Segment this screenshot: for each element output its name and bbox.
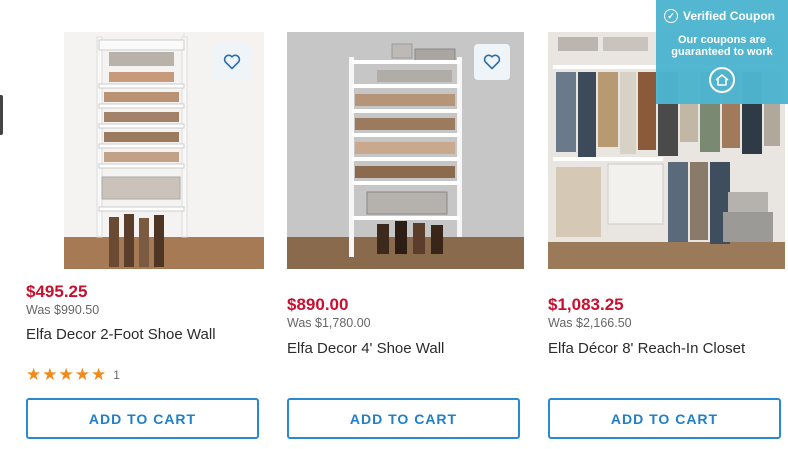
star-icon: ★: [58, 365, 74, 384]
verified-coupon-panel[interactable]: ✓ Verified Coupon Our coupons are guaran…: [656, 0, 788, 104]
add-to-cart-button[interactable]: ADD TO CART: [26, 398, 259, 439]
heart-icon: [223, 54, 241, 70]
sale-price: $1,083.25: [548, 295, 624, 314]
review-count: 1: [113, 367, 120, 382]
add-to-cart-button[interactable]: ADD TO CART: [287, 398, 520, 439]
home-icon[interactable]: [709, 67, 735, 93]
product-card-1: $495.25 Was $990.50 Elfa Decor 2-Foot Sh…: [26, 0, 264, 449]
coupon-title-text: Verified Coupon: [683, 9, 776, 23]
favorite-button[interactable]: [214, 44, 250, 80]
original-price: Was $1,780.00: [287, 316, 371, 330]
scroll-indicator: [0, 95, 3, 135]
heart-icon: [483, 54, 501, 70]
star-icon: ★: [42, 365, 58, 384]
coupon-description: Our coupons are guaranteed to work: [671, 34, 773, 58]
favorite-button[interactable]: [474, 44, 510, 80]
check-circle-icon: ✓: [664, 9, 678, 23]
product-name[interactable]: Elfa Décor 8' Reach-In Closet: [548, 340, 745, 357]
product-name[interactable]: Elfa Decor 2-Foot Shoe Wall: [26, 326, 216, 343]
product-rating[interactable]: ★ ★ ★ ★ ★ 1: [26, 366, 120, 383]
original-price: Was $990.50: [26, 303, 100, 317]
original-price: Was $2,166.50: [548, 316, 632, 330]
product-name[interactable]: Elfa Decor 4' Shoe Wall: [287, 340, 444, 357]
sale-price: $890.00: [287, 295, 349, 314]
star-icon: ★: [26, 365, 42, 384]
coupon-title: ✓ Verified Coupon: [664, 9, 775, 23]
product-card-2: $890.00 Was $1,780.00 Elfa Decor 4' Shoe…: [287, 0, 525, 449]
star-icon: ★: [74, 365, 90, 384]
star-icon: ★: [91, 365, 107, 384]
sale-price: $495.25: [26, 282, 88, 301]
add-to-cart-button[interactable]: ADD TO CART: [548, 398, 781, 439]
